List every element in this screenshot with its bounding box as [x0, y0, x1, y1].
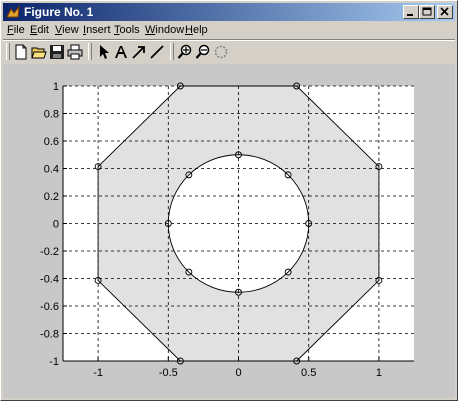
new-figure-icon: [15, 44, 27, 60]
print-icon: [67, 44, 83, 60]
x-tick-label: 0.5: [301, 367, 316, 379]
print-button[interactable]: [66, 43, 84, 61]
y-tick-label: 0: [53, 219, 59, 231]
minimize-button[interactable]: [403, 5, 419, 19]
menu-view[interactable]: View: [55, 23, 79, 37]
toolbar-divider: [88, 43, 92, 60]
open-file-icon: [31, 47, 47, 59]
y-tick-label: 1: [53, 81, 59, 93]
maximize-icon: [422, 7, 432, 16]
x-tick-label: 1: [376, 367, 382, 379]
rotate-3d-icon: [214, 45, 228, 59]
zoom-in-icon: [177, 44, 192, 59]
menu-edit[interactable]: Edit: [30, 23, 49, 37]
x-tick-label: -1: [93, 367, 103, 379]
menu-window[interactable]: Window: [145, 23, 184, 37]
save-icon: [50, 45, 64, 59]
close-icon: [440, 7, 449, 16]
y-tick-label: 0.2: [44, 191, 59, 203]
x-tick-label: 0: [235, 367, 241, 379]
menu-help[interactable]: Help: [185, 23, 208, 37]
toolbar: [3, 41, 455, 63]
insert-arrow-icon: [132, 46, 145, 59]
menu-file[interactable]: File: [7, 23, 25, 37]
window-title: Figure No. 1: [24, 5, 94, 19]
zoom-in-button[interactable]: [176, 43, 194, 61]
y-tick-label: -0.2: [40, 246, 59, 258]
zoom-out-icon: [195, 44, 210, 59]
select-arrow-icon: [100, 45, 109, 59]
open-file-button[interactable]: [30, 43, 48, 61]
insert-text-button[interactable]: [112, 43, 130, 61]
title-bar[interactable]: Figure No. 1: [3, 3, 455, 21]
toolbar-divider: [170, 43, 174, 60]
x-tick-label: -0.5: [159, 367, 178, 379]
y-tick-label: -0.4: [40, 274, 59, 286]
insert-arrow-button[interactable]: [130, 43, 148, 61]
figure-window: Figure No. 1 File Edit View Insert Tools…: [0, 0, 458, 401]
close-button[interactable]: [437, 5, 453, 19]
y-tick-label: 0.6: [44, 136, 59, 148]
menu-tools[interactable]: Tools: [114, 23, 140, 37]
insert-line-button[interactable]: [148, 43, 166, 61]
select-arrow-button[interactable]: [94, 43, 112, 61]
zoom-out-button[interactable]: [194, 43, 212, 61]
menu-bar: File Edit View Insert Tools Window Help: [3, 22, 455, 39]
menu-insert[interactable]: Insert: [83, 23, 111, 37]
save-button[interactable]: [48, 43, 66, 61]
figure-canvas: -1 -0.5 0 0.5 1 -1 -0.8 -0.6 -0.4 -0.2 0 0.2 0.4 0.6 0…: [3, 64, 455, 398]
y-tick-label: -1: [49, 356, 59, 368]
maximize-button[interactable]: [419, 5, 435, 19]
y-tick-label: -0.6: [40, 301, 59, 313]
plot-area: -1 -0.5 0 0.5 1 -1 -0.8 -0.6 -0.4 -0.2 0 0.2 0.4 0.6 0…: [40, 81, 414, 379]
rotate-3d-button[interactable]: [212, 43, 230, 61]
insert-text-icon: [115, 46, 127, 58]
y-tick-label: 0.4: [44, 164, 59, 176]
new-figure-button[interactable]: [12, 43, 30, 61]
minimize-icon: [407, 14, 413, 16]
toolbar-grip[interactable]: [6, 43, 10, 60]
insert-line-icon: [150, 45, 164, 59]
y-tick-label: -0.8: [40, 329, 59, 341]
matlab-figure-icon: [6, 5, 20, 18]
y-tick-label: 0.8: [44, 109, 59, 121]
